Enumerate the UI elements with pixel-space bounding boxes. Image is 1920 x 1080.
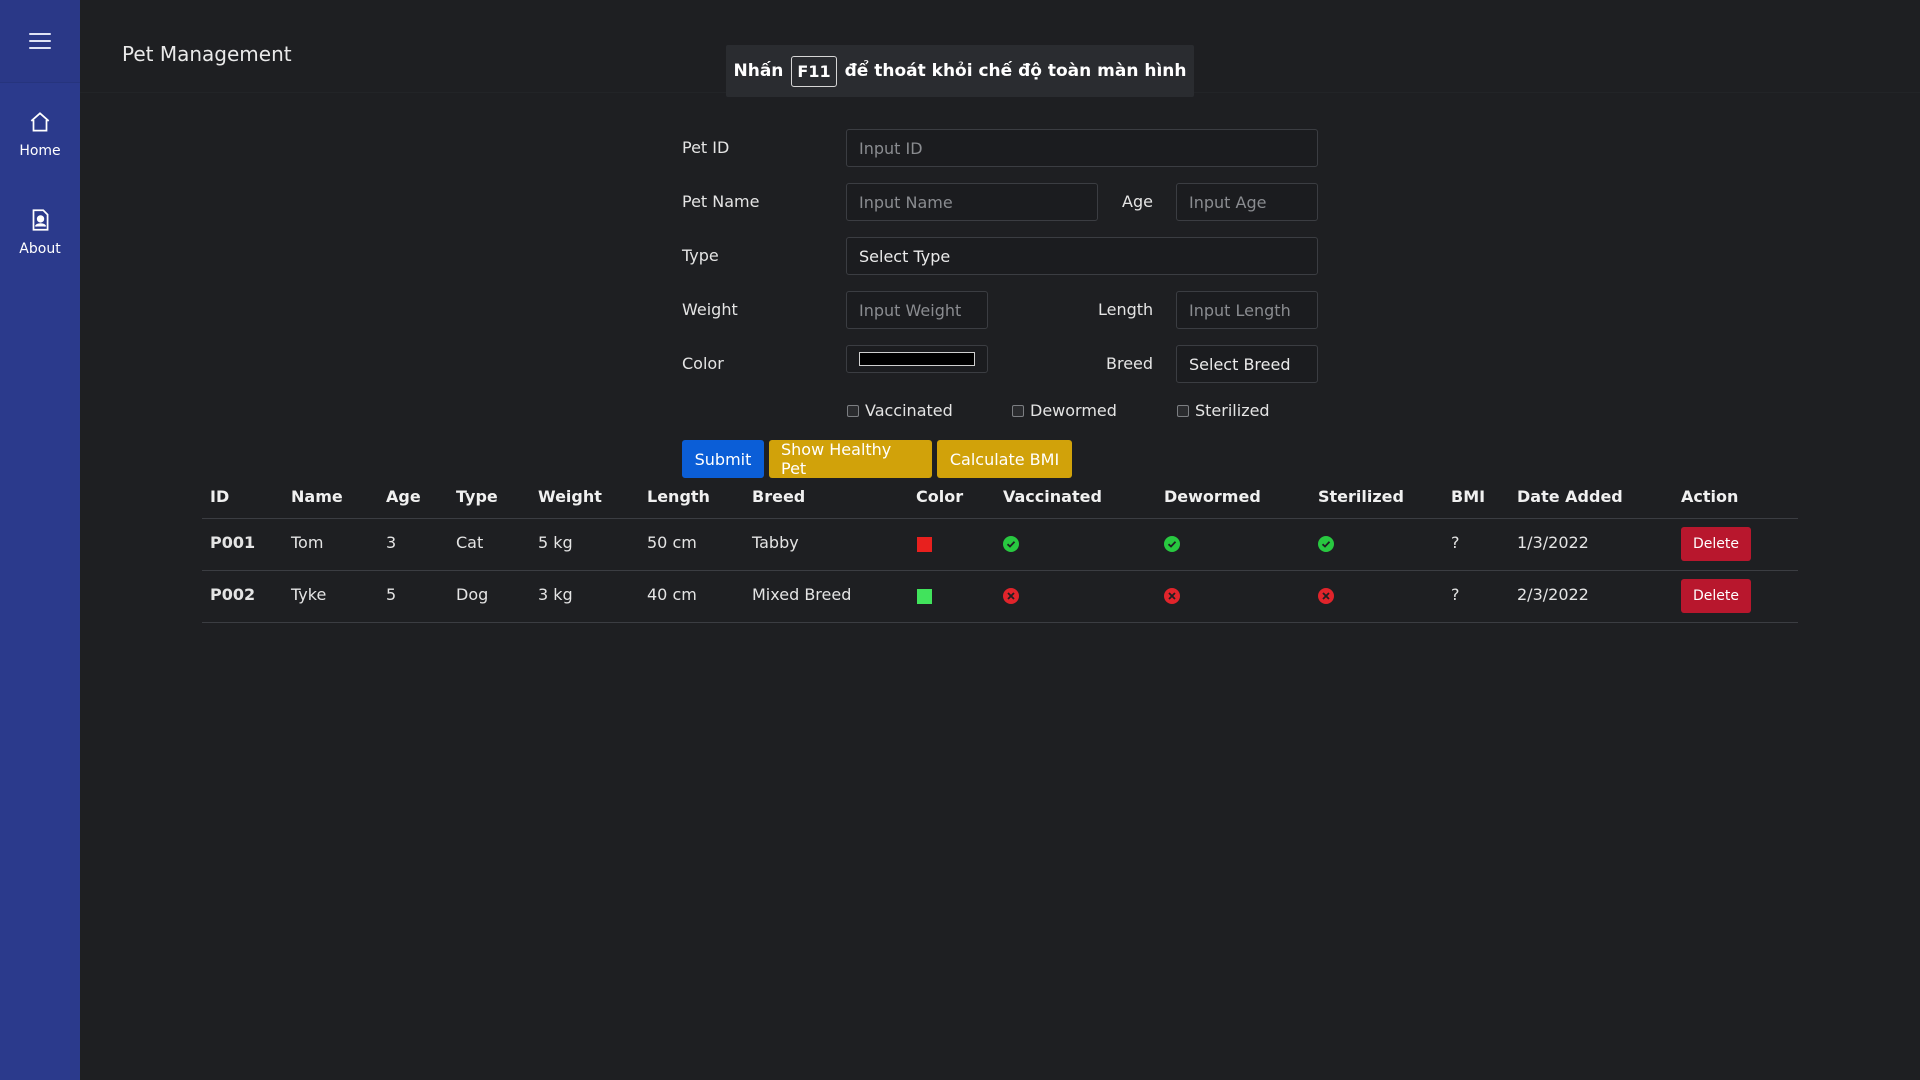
col-header-type: Type [456, 487, 498, 506]
col-header-bmi: BMI [1451, 487, 1486, 506]
color-swatch [917, 589, 932, 604]
col-header-action: Action [1681, 487, 1739, 506]
hamburger-icon [29, 33, 51, 49]
col-header-age: Age [386, 487, 421, 506]
type-select-value: Select Type [859, 246, 951, 266]
cell-breed: Tabby [752, 533, 799, 552]
color-picker[interactable] [846, 345, 988, 373]
cell-age: 3 [386, 533, 397, 552]
vaccinated-checkbox-group[interactable]: Vaccinated [847, 401, 953, 420]
delete-button[interactable]: Delete [1681, 527, 1751, 561]
breed-label: Breed [1106, 354, 1154, 373]
submit-button[interactable]: Submit [682, 440, 764, 478]
color-swatch [917, 537, 932, 552]
sidebar: Home About [0, 0, 80, 1080]
toast-prefix: Nhấn [733, 61, 784, 81]
breed-select[interactable]: Select Breed [1176, 345, 1318, 383]
weight-label: Weight [682, 300, 738, 319]
length-label: Length [1098, 300, 1154, 319]
home-icon [30, 112, 50, 132]
cell-weight: 5 kg [538, 533, 573, 552]
cell-breed: Mixed Breed [752, 585, 852, 604]
cell-length: 40 cm [647, 585, 697, 604]
vaccinated-checkbox-label: Vaccinated [865, 401, 953, 420]
age-input[interactable] [1176, 183, 1318, 221]
color-picker-swatch [859, 352, 975, 366]
age-label: Age [1122, 192, 1153, 211]
col-header-breed: Breed [752, 487, 806, 506]
fullscreen-toast: Nhấn F11 để thoát khỏi chế độ toàn màn h… [726, 45, 1194, 97]
cell-bmi: ? [1451, 585, 1460, 604]
type-label: Type [682, 246, 719, 265]
cell-type: Dog [456, 585, 489, 604]
cell-length: 50 cm [647, 533, 697, 552]
contact-card-icon [32, 209, 49, 231]
sidebar-item-home[interactable]: Home [0, 83, 80, 185]
breed-select-value: Select Breed [1189, 354, 1291, 374]
pet-table: ID Name Age Type Weight Length Breed Col… [202, 475, 1798, 623]
table-row: P001 Tom 3 Cat 5 kg 50 cm Tabby ? 1/3/20… [202, 519, 1798, 571]
cell-id: P001 [210, 533, 256, 552]
type-select[interactable]: Select Type [846, 237, 1318, 275]
cell-name: Tyke [291, 585, 327, 604]
vaccinated-checkbox[interactable] [847, 404, 859, 417]
sidebar-item-label: About [19, 241, 61, 257]
x-circle-icon [1318, 588, 1334, 604]
table-header: ID Name Age Type Weight Length Breed Col… [202, 475, 1798, 519]
calculate-bmi-button[interactable]: Calculate BMI [937, 440, 1072, 478]
check-circle-icon [1003, 536, 1019, 552]
pet-id-input[interactable] [846, 129, 1318, 167]
cell-age: 5 [386, 585, 397, 604]
cell-bmi: ? [1451, 533, 1460, 552]
pet-name-input[interactable] [846, 183, 1098, 221]
pet-id-label: Pet ID [682, 138, 730, 157]
col-header-date-added: Date Added [1517, 487, 1623, 506]
sterilized-checkbox-label: Sterilized [1195, 401, 1270, 420]
col-header-sterilized: Sterilized [1318, 487, 1404, 506]
col-header-length: Length [647, 487, 710, 506]
table-row: P002 Tyke 5 Dog 3 kg 40 cm Mixed Breed ?… [202, 571, 1798, 623]
sterilized-checkbox[interactable] [1177, 404, 1189, 417]
weight-input[interactable] [846, 291, 988, 329]
sidebar-item-about[interactable]: About [0, 181, 80, 283]
delete-button[interactable]: Delete [1681, 579, 1751, 613]
page-title: Pet Management [122, 42, 292, 66]
color-label: Color [682, 354, 724, 373]
menu-toggle-button[interactable] [0, 0, 80, 83]
dewormed-checkbox-group[interactable]: Dewormed [1012, 401, 1117, 420]
x-circle-icon [1003, 588, 1019, 604]
dewormed-checkbox[interactable] [1012, 404, 1024, 417]
cell-weight: 3 kg [538, 585, 573, 604]
toast-suffix: để thoát khỏi chế độ toàn màn hình [844, 61, 1187, 81]
sterilized-checkbox-group[interactable]: Sterilized [1177, 401, 1270, 420]
col-header-color: Color [916, 487, 964, 506]
pet-name-label: Pet Name [682, 192, 760, 211]
show-healthy-pet-button[interactable]: Show Healthy Pet [769, 440, 932, 478]
cell-name: Tom [291, 533, 324, 552]
dewormed-checkbox-label: Dewormed [1030, 401, 1117, 420]
sidebar-item-label: Home [19, 143, 61, 159]
cell-type: Cat [456, 533, 484, 552]
cell-date-added: 2/3/2022 [1517, 585, 1589, 604]
col-header-weight: Weight [538, 487, 602, 506]
col-header-name: Name [291, 487, 343, 506]
col-header-vaccinated: Vaccinated [1003, 487, 1102, 506]
check-circle-icon [1318, 536, 1334, 552]
cell-id: P002 [210, 585, 256, 604]
toast-key: F11 [791, 55, 837, 87]
col-header-id: ID [210, 487, 230, 506]
cell-date-added: 1/3/2022 [1517, 533, 1589, 552]
length-input[interactable] [1176, 291, 1318, 329]
check-circle-icon [1164, 536, 1180, 552]
x-circle-icon [1164, 588, 1180, 604]
col-header-dewormed: Dewormed [1164, 487, 1261, 506]
